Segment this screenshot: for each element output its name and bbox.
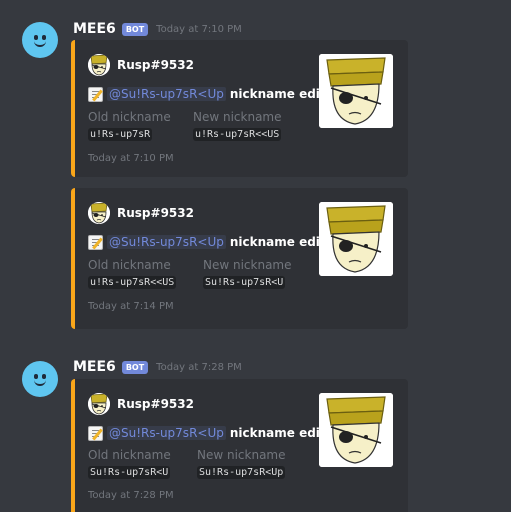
username[interactable]: MEE6 bbox=[73, 21, 116, 37]
embed-author-name[interactable]: Rusp#9532 bbox=[117, 397, 194, 411]
field-old-nickname-value: Su!Rs-up7sR<U bbox=[88, 466, 171, 479]
field-new-nickname-value: Su!Rs-up7sR<Up bbox=[197, 466, 286, 479]
message-timestamp[interactable]: Today at 7:10 PM bbox=[156, 24, 242, 35]
avatar-eye bbox=[34, 35, 38, 40]
embed-author: Rusp#9532 bbox=[88, 201, 194, 225]
message-header: MEE6 BOT Today at 7:10 PM bbox=[73, 20, 242, 38]
embed-card: Rusp#9532 @Su!Rs-up7sR<Up nickname edite… bbox=[71, 40, 408, 177]
field-old-nickname-label: Old nickname bbox=[88, 258, 171, 272]
embed-author: Rusp#9532 bbox=[88, 392, 194, 416]
field-old-nickname-value: u!Rs-up7sR<<US bbox=[88, 276, 177, 289]
embed-footer-timestamp: Today at 7:28 PM bbox=[88, 490, 174, 501]
field-new-nickname-value: Su!Rs-up7sR<U bbox=[203, 276, 286, 289]
mee6-avatar[interactable] bbox=[22, 361, 58, 397]
avatar-mouth bbox=[34, 41, 46, 47]
author-avatar-icon bbox=[88, 393, 110, 415]
embed-footer-timestamp: Today at 7:14 PM bbox=[88, 301, 174, 312]
embed-card: Rusp#9532 @Su!Rs-up7sR<Up nickname edite… bbox=[71, 188, 408, 329]
embed-author-name[interactable]: Rusp#9532 bbox=[117, 206, 194, 220]
embed-card: Rusp#9532 @Su!Rs-up7sR<Up nickname edite… bbox=[71, 379, 408, 512]
memo-icon bbox=[88, 425, 103, 441]
field-new-nickname-label: New nickname bbox=[197, 448, 286, 462]
field-new-nickname-label: New nickname bbox=[193, 110, 282, 124]
thumbnail-image[interactable] bbox=[319, 54, 393, 128]
avatar-eye bbox=[42, 35, 46, 40]
author-avatar-icon bbox=[88, 54, 110, 76]
username[interactable]: MEE6 bbox=[73, 359, 116, 375]
embed-description: @Su!Rs-up7sR<Up nickname edited bbox=[88, 233, 342, 251]
user-mention[interactable]: @Su!Rs-up7sR<Up bbox=[107, 235, 226, 249]
message-group: MEE6 BOT Today at 7:28 PM Rusp#9532 @Su!… bbox=[0, 340, 511, 512]
thumbnail-image[interactable] bbox=[319, 202, 393, 276]
user-mention[interactable]: @Su!Rs-up7sR<Up bbox=[107, 426, 226, 440]
field-old-nickname-label: Old nickname bbox=[88, 448, 171, 462]
avatar-mouth bbox=[34, 380, 46, 386]
author-avatar-icon bbox=[88, 202, 110, 224]
user-mention[interactable]: @Su!Rs-up7sR<Up bbox=[107, 87, 226, 101]
field-new-nickname-value: u!Rs-up7sR<<US bbox=[193, 128, 282, 141]
memo-icon bbox=[88, 234, 103, 250]
message-group: MEE6 BOT Today at 7:10 PM Rusp#9532 @Su!… bbox=[0, 0, 511, 340]
embed-description: @Su!Rs-up7sR<Up nickname edited bbox=[88, 424, 342, 442]
memo-icon bbox=[88, 86, 103, 102]
field-new-nickname-label: New nickname bbox=[203, 258, 292, 272]
message-header: MEE6 BOT Today at 7:28 PM bbox=[73, 358, 242, 376]
field-old-nickname-value: u!Rs-up7sR bbox=[88, 128, 153, 141]
avatar-eye bbox=[42, 374, 46, 379]
message-timestamp[interactable]: Today at 7:28 PM bbox=[156, 362, 242, 373]
embed-footer-timestamp: Today at 7:10 PM bbox=[88, 153, 174, 164]
avatar-eye bbox=[34, 374, 38, 379]
thumbnail-image[interactable] bbox=[319, 393, 393, 467]
field-old-nickname-label: Old nickname bbox=[88, 110, 171, 124]
mee6-avatar[interactable] bbox=[22, 22, 58, 58]
embed-author: Rusp#9532 bbox=[88, 53, 194, 77]
bot-badge: BOT bbox=[121, 22, 149, 36]
embed-author-name[interactable]: Rusp#9532 bbox=[117, 58, 194, 72]
bot-badge: BOT bbox=[121, 360, 149, 374]
embed-description: @Su!Rs-up7sR<Up nickname edited bbox=[88, 85, 342, 103]
